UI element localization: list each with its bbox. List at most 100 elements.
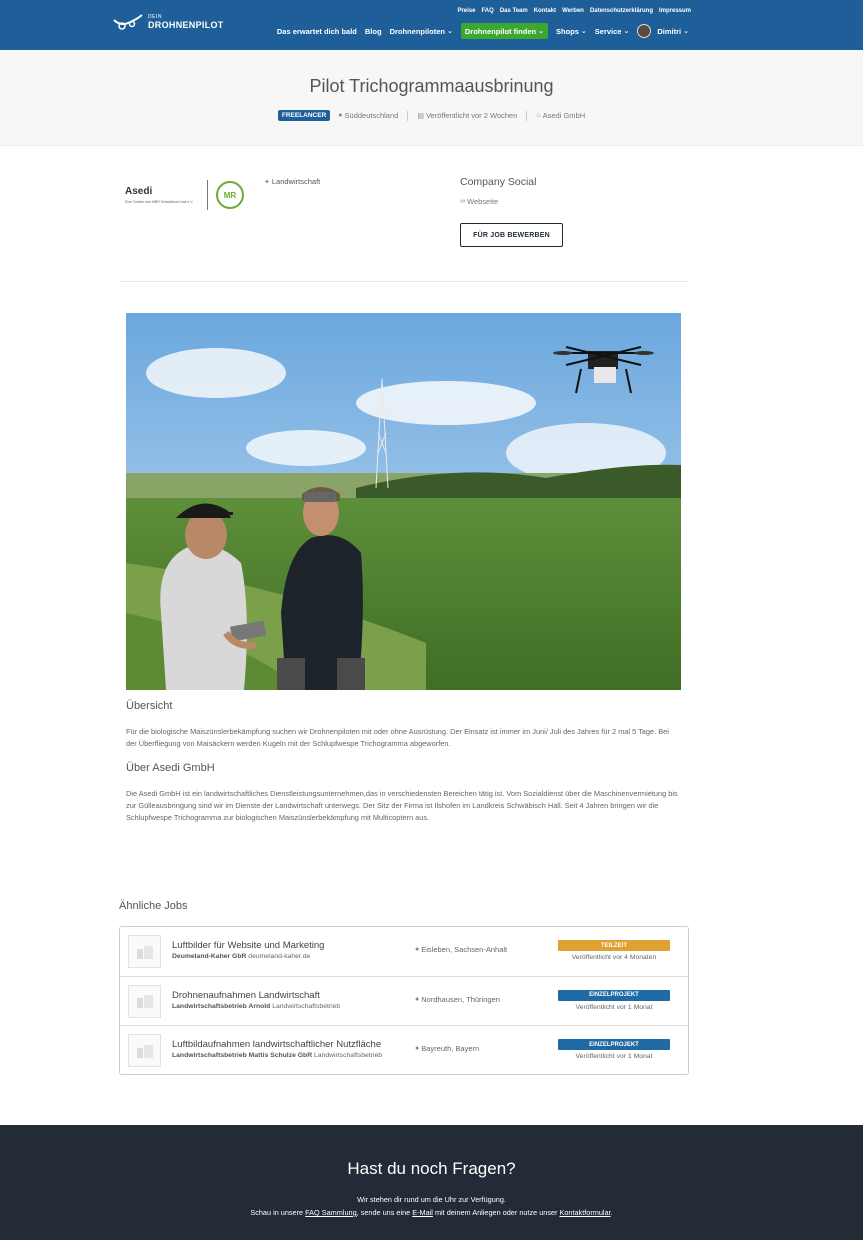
map-pin-icon: ● [415, 946, 420, 953]
nav-label: Drohnenpilot finden [464, 26, 537, 36]
overview-text: Für die biologische Maiszünslerbekämpfun… [126, 727, 669, 748]
company-social-title: Company Social [460, 176, 537, 188]
job-company-name: Deumeland-Kaher GbR [172, 953, 247, 960]
job-type-badge: EINZELPROJEKT [558, 989, 670, 1001]
utility-link-preise[interactable]: Preise [457, 8, 475, 14]
logo-big-text: DROHNENPILOT [148, 19, 224, 30]
mr-badge-logo: MR [216, 181, 244, 209]
faq-link[interactable]: FAQ Sammlung [305, 1208, 357, 1217]
footer-contact-text: Schau in unsere FAQ Sammlung, sende uns … [0, 1208, 863, 1217]
meta-divider [407, 110, 409, 121]
job-location: ● Bayreuth, Bayern [415, 1044, 479, 1053]
email-link[interactable]: E-Mail [412, 1208, 433, 1217]
site-logo[interactable]: DEIN DROHNENPILOT [112, 12, 224, 32]
meta-divider [526, 110, 528, 121]
nav-shops[interactable]: Shops ⌄ [556, 23, 587, 39]
chevron-down-icon: ⌄ [623, 28, 630, 35]
footer-text-part: mit deinem Anliegen oder nutze unser [432, 1208, 560, 1217]
chevron-down-icon: ⌄ [580, 28, 587, 35]
job-category-text: Landwirtschaft [271, 177, 321, 186]
company-logo-tagline: Eine Tochter des MBR Schwäbisch Hall e.V… [125, 200, 194, 204]
job-title-band: Pilot Trichogrammaausbrinung FREELANCER … [0, 50, 863, 146]
footer-availability-text: Wir stehen dir rund um die Uhr zur Verfü… [357, 1195, 506, 1204]
company-placeholder-icon [128, 1034, 161, 1067]
job-type-badge: EINZELPROJEKT [558, 1039, 670, 1050]
list-item[interactable]: Luftbildaufnahmen landwirtschaftlicher N… [120, 1026, 688, 1076]
website-link[interactable]: ∞ Webseite [460, 197, 563, 206]
nav-label: Das erwartet dich bald [276, 26, 357, 36]
website-link-text: Webseite [467, 197, 499, 206]
utility-link-team[interactable]: Das Team [500, 8, 528, 14]
nav-blog[interactable]: Blog [365, 23, 382, 39]
job-company-extra: Landwirtschaftsbetrieb [314, 1052, 383, 1059]
job-posted-date: Veröffentlicht vor 4 Monaten [571, 954, 657, 961]
nav-drohnenpiloten[interactable]: Drohnenpiloten ⌄ [390, 23, 453, 39]
footer-help-section: Hast du noch Fragen? Wir stehen dir rund… [0, 1125, 863, 1240]
job-hero-image [126, 313, 681, 690]
avatar [637, 24, 652, 38]
nav-label: Blog [364, 26, 382, 36]
job-company-name: Landwirtschaftsbetrieb Arnold [172, 1002, 271, 1010]
apply-button[interactable]: FÜR JOB BEWERBEN [460, 223, 563, 247]
logo-small-text: DEIN [148, 13, 162, 20]
job-location-text: Eisleben, Sachsen-Anhalt [421, 945, 508, 954]
job-published-text: Veröffentlicht vor 2 Wochen [425, 111, 518, 120]
job-meta-row: FREELANCER ● Süddeutschland ▤ Veröffentlic… [0, 110, 863, 121]
job-company[interactable]: ⌂ Asedi GmbH [536, 111, 585, 120]
job-published: ▤ Veröffentlicht vor 2 Wochen [417, 111, 517, 120]
job-company-text: Asedi GmbH [542, 111, 586, 120]
job-type-badge: FREELANCER [277, 110, 331, 121]
job-location-text: Nordhausen, Thüringen [421, 994, 500, 1004]
footer-text-part: Schau in unsere [250, 1208, 306, 1217]
link-icon: ∞ [460, 198, 465, 205]
utility-link-impressum[interactable]: Impressum [659, 8, 691, 14]
job-company: Landwirtschaftsbetrieb Arnold Landwirtsc… [172, 1003, 340, 1010]
chevron-down-icon: ⌄ [538, 28, 544, 35]
user-name: Dimitri [657, 26, 682, 36]
nav-drohnenpilot-finden[interactable]: Drohnenpilot finden ⌄ [460, 23, 548, 39]
nav-user-menu[interactable]: Dimitri ⌄ [637, 23, 689, 39]
job-title-link[interactable]: Luftbildaufnahmen landwirtschaftlicher N… [172, 1039, 381, 1050]
tag-icon: ✦ [264, 179, 270, 186]
nav-label: Shops [555, 26, 579, 36]
nav-service[interactable]: Service ⌄ [595, 23, 630, 39]
company-logo-name: Asedi [125, 186, 153, 197]
job-title-link[interactable]: Luftbilder für Website und Marketing [172, 940, 324, 951]
chevron-down-icon: ⌄ [683, 28, 689, 35]
company-logo[interactable]: Asedi Eine Tochter des MBR Schwäbisch Ha… [125, 178, 249, 212]
job-location-text: Süddeutschland [344, 111, 399, 120]
contact-form-link[interactable]: Kontaktformular [559, 1208, 610, 1217]
utility-link-werben[interactable]: Werben [562, 8, 584, 14]
similar-jobs-heading: Ähnliche Jobs [119, 900, 188, 912]
job-title-link[interactable]: Drohnenaufnahmen Landwirtschaft [172, 990, 320, 1001]
job-category[interactable]: ✦ Landwirtschaft [264, 177, 320, 186]
list-item[interactable]: Drohnenaufnahmen Landwirtschaft Landwirt… [120, 977, 688, 1026]
company-info-row: Asedi Eine Tochter des MBR Schwäbisch Ha… [119, 170, 689, 282]
map-pin-icon: ● [415, 1045, 420, 1052]
map-pin-icon: ● [415, 995, 420, 1003]
job-company-name: Landwirtschaftsbetrieb Mattis Schulze Gb… [172, 1052, 313, 1059]
company-social: Company Social ∞ Webseite FÜR JOB BEWERBE… [460, 176, 563, 247]
chevron-down-icon: ⌄ [446, 28, 453, 35]
nav-label: Drohnenpiloten [389, 26, 445, 36]
main-navigation: Das erwartet dich bald Blog Drohnenpilot… [269, 23, 689, 39]
map-pin-icon: ● [338, 112, 343, 119]
utility-link-faq[interactable]: FAQ [481, 8, 493, 14]
home-icon: ⌂ [536, 112, 541, 119]
overview-heading: Übersicht [126, 700, 173, 712]
utility-link-kontakt[interactable]: Kontakt [534, 8, 556, 14]
nav-das-erwartet-dich-bald[interactable]: Das erwartet dich bald [277, 23, 357, 39]
footer-text-part: . [610, 1208, 613, 1217]
utility-link-datenschutz[interactable]: Datenschutzerklärung [590, 8, 653, 14]
job-location: ● Nordhausen, Thüringen [415, 995, 500, 1004]
utility-navigation: Preise FAQ Das Team Kontakt Werben Daten… [457, 8, 691, 14]
job-company: Landwirtschaftsbetrieb Mattis Schulze Gb… [172, 1052, 382, 1059]
job-posted-date: Veröffentlicht vor 1 Monat [575, 1053, 653, 1060]
list-item[interactable]: Luftbilder für Website und Marketing Deu… [120, 927, 688, 977]
job-company: Deumeland-Kaher GbR deumeland-kaher.de [172, 953, 310, 960]
footer-text-part: , sende uns eine [356, 1208, 413, 1217]
job-location: ● Eisleben, Sachsen-Anhalt [415, 945, 507, 954]
about-company-text: Die Asedi GmbH ist ein landwirtschaftlic… [126, 789, 678, 822]
company-placeholder-icon [128, 935, 161, 968]
similar-jobs-list: Luftbilder für Website und Marketing Deu… [119, 926, 689, 1075]
